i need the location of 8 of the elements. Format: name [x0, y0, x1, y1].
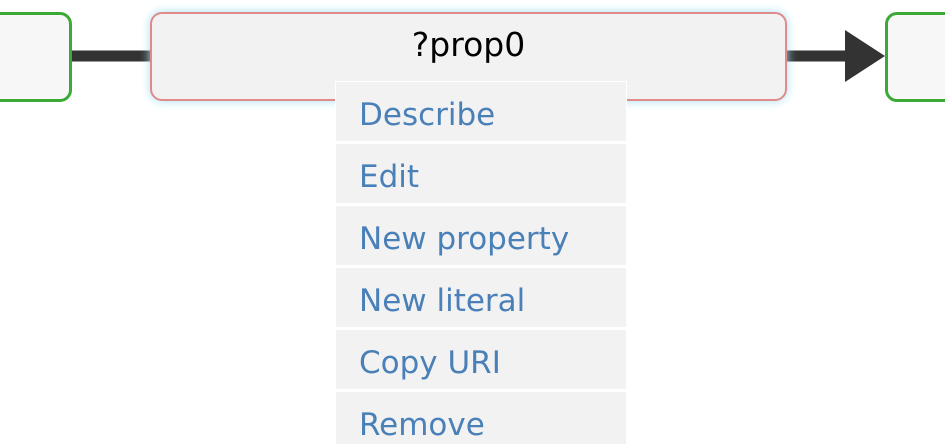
- menu-item[interactable]: Remove: [336, 392, 626, 444]
- graph-node[interactable]: ?prop0: [150, 12, 787, 101]
- menu-item[interactable]: Copy URI: [336, 330, 626, 389]
- menu-item[interactable]: New property: [336, 206, 626, 265]
- menu-item[interactable]: New literal: [336, 268, 626, 327]
- graph-node[interactable]: [0, 12, 72, 102]
- menu-item[interactable]: Edit: [336, 144, 626, 203]
- menu-item[interactable]: Describe: [336, 82, 626, 141]
